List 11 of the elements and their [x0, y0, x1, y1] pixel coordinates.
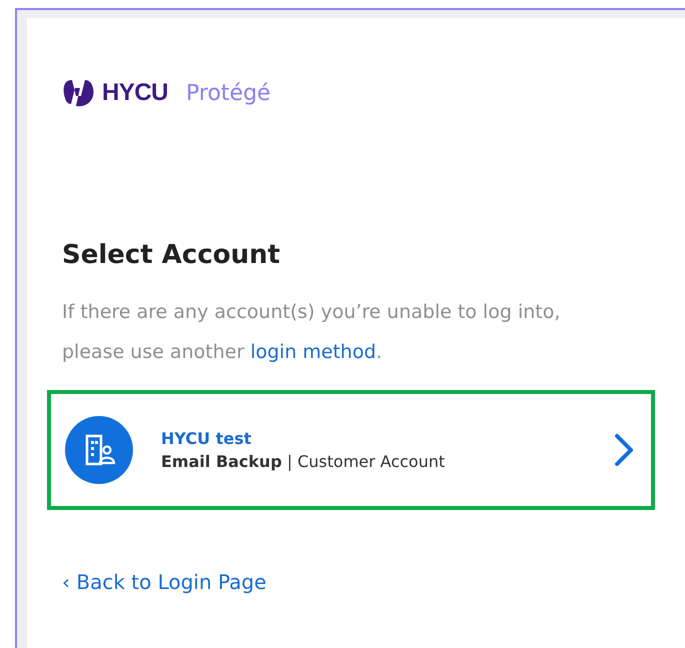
- logo-icon: [62, 78, 96, 108]
- account-details: Email Backup | Customer Account: [161, 452, 446, 471]
- page-heading: Select Account: [62, 240, 282, 270]
- product-name: Protégé: [186, 80, 271, 106]
- account-item[interactable]: HYCU test Email Backup | Customer Account: [47, 390, 655, 510]
- account-name: HYCU test: [161, 429, 252, 448]
- back-to-login-link[interactable]: ‹ Back to Login Page: [62, 570, 266, 594]
- login-method-link[interactable]: login method: [250, 341, 376, 363]
- intro-text: If there are any account(s) you’re unable to log into, please use another login method.: [62, 300, 562, 365]
- brand-name: HYCU: [102, 79, 168, 107]
- account-icon: [65, 416, 133, 484]
